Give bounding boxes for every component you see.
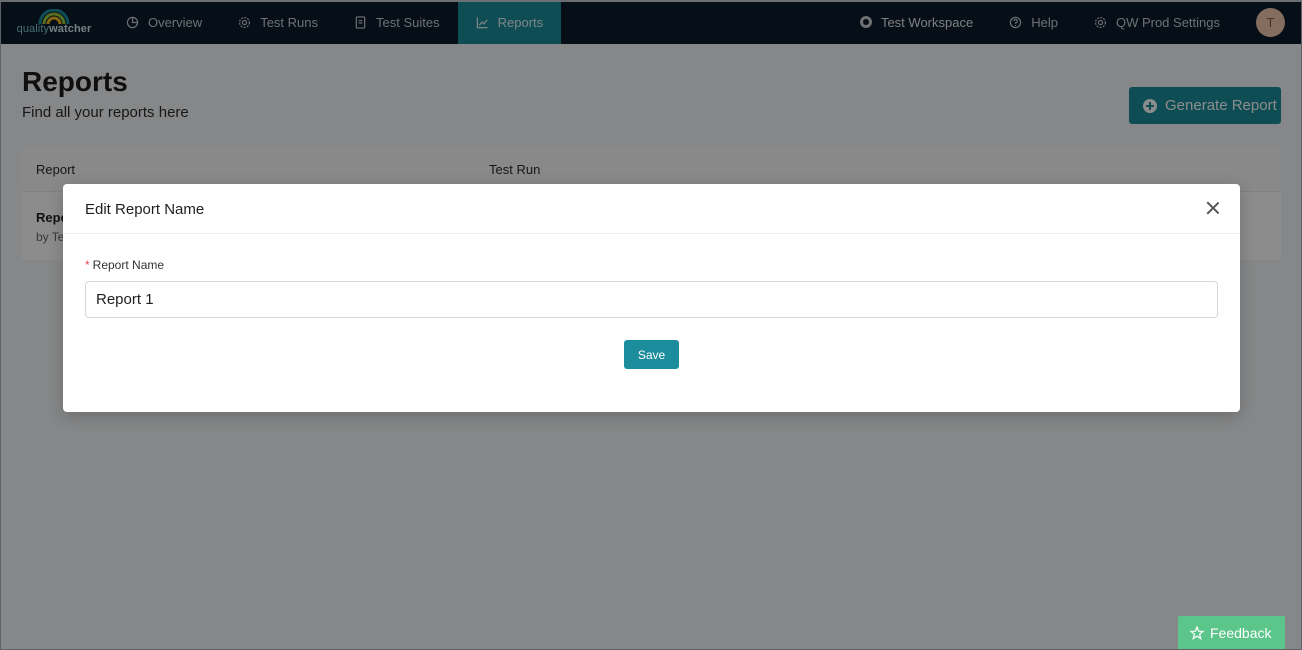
- feedback-button[interactable]: Feedback: [1178, 616, 1285, 650]
- report-name-input[interactable]: [85, 281, 1218, 318]
- modal-header: Edit Report Name: [63, 184, 1240, 234]
- star-icon: [1190, 626, 1204, 640]
- report-name-label-text: Report Name: [92, 258, 165, 272]
- required-marker: *: [85, 258, 90, 272]
- close-icon[interactable]: [1206, 201, 1220, 215]
- edit-report-name-modal: Edit Report Name *Report Name Save: [63, 184, 1240, 412]
- save-button[interactable]: Save: [624, 340, 679, 369]
- modal-title: Edit Report Name: [85, 201, 205, 218]
- feedback-label: Feedback: [1210, 625, 1272, 641]
- report-name-label: * Report Name: [85, 258, 164, 272]
